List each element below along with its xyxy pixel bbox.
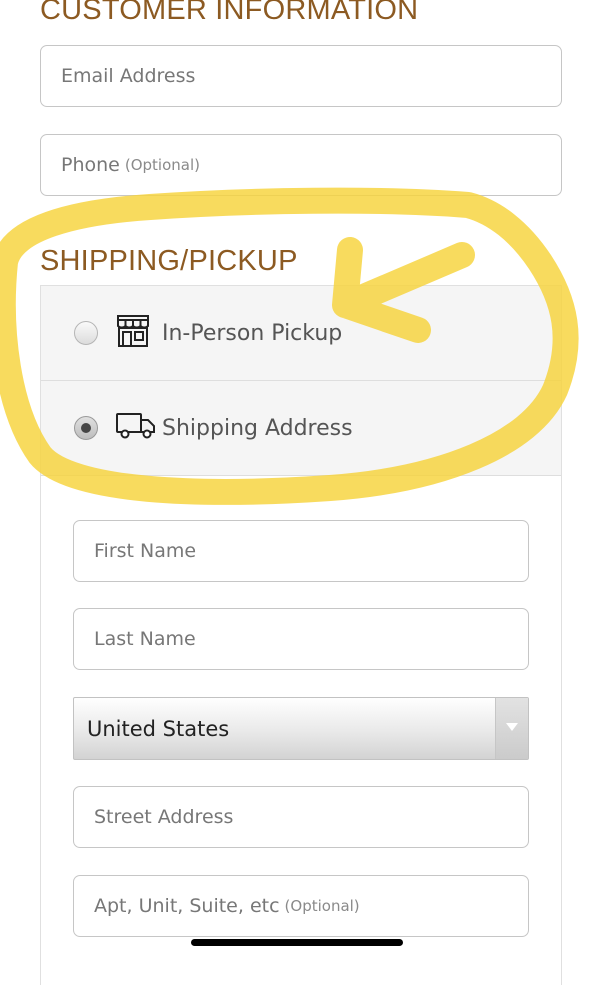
street-address-field[interactable]: Street Address	[73, 786, 529, 848]
phone-optional-hint: (Optional)	[124, 156, 200, 174]
home-indicator	[191, 939, 403, 946]
delivery-truck-icon	[115, 411, 157, 445]
pickup-label: In-Person Pickup	[162, 320, 343, 346]
pickup-radio[interactable]	[74, 321, 98, 345]
first-name-field[interactable]: First Name	[73, 520, 529, 582]
last-name-placeholder: Last Name	[94, 628, 196, 650]
in-person-pickup-option[interactable]: In-Person Pickup	[41, 286, 561, 381]
email-placeholder: Email Address	[61, 65, 196, 87]
email-field[interactable]: Email Address	[40, 45, 562, 107]
apt-optional-hint: (Optional)	[284, 897, 360, 915]
apt-unit-field[interactable]: Apt, Unit, Suite, etc (Optional)	[73, 875, 529, 937]
country-select[interactable]: United States	[73, 697, 529, 760]
phone-placeholder: Phone	[61, 154, 120, 176]
apt-placeholder: Apt, Unit, Suite, etc	[94, 895, 280, 917]
chevron-down-icon[interactable]	[495, 698, 528, 759]
phone-field[interactable]: Phone (Optional)	[40, 134, 562, 196]
shipping-address-label: Shipping Address	[162, 415, 353, 441]
shipping-pickup-heading: SHIPPING/PICKUP	[40, 245, 298, 277]
country-value: United States	[87, 716, 230, 741]
shipping-address-option[interactable]: Shipping Address	[41, 381, 561, 476]
shipping-radio[interactable]	[74, 416, 98, 440]
last-name-field[interactable]: Last Name	[73, 608, 529, 670]
first-name-placeholder: First Name	[94, 540, 197, 562]
customer-information-heading: CUSTOMER INFORMATION	[40, 0, 419, 26]
storefront-icon	[115, 314, 151, 352]
street-address-placeholder: Street Address	[94, 806, 234, 828]
